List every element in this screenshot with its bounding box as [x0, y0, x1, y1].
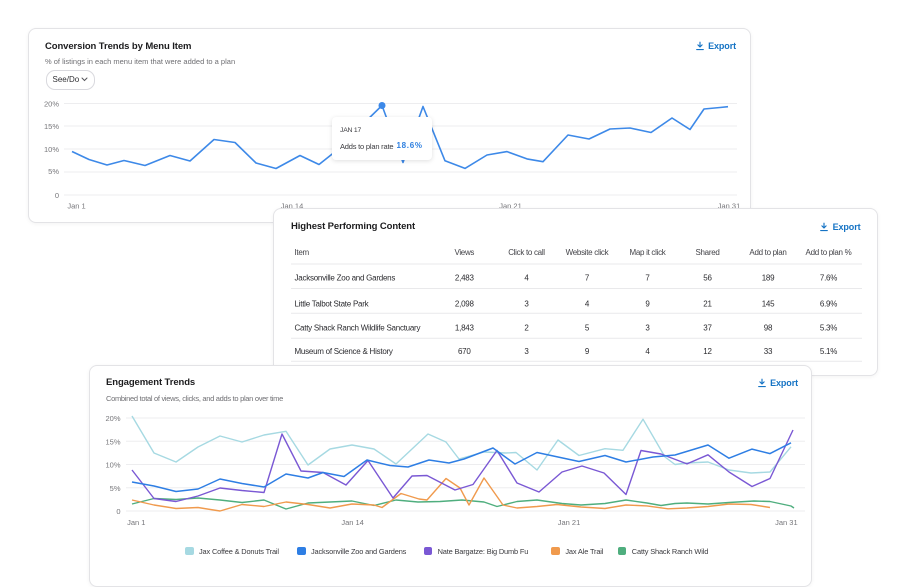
svg-text:5.3%: 5.3%: [820, 324, 837, 333]
svg-text:Jan 14: Jan 14: [341, 518, 364, 527]
svg-text:2: 2: [524, 324, 529, 333]
svg-text:Jan 31: Jan 31: [775, 518, 798, 527]
svg-text:6.9%: 6.9%: [820, 300, 837, 309]
svg-text:7.6%: 7.6%: [820, 274, 837, 283]
svg-text:Jan 1: Jan 1: [67, 202, 85, 211]
svg-text:15%: 15%: [105, 437, 120, 446]
svg-text:10%: 10%: [105, 461, 120, 470]
svg-text:0: 0: [116, 507, 120, 516]
svg-text:Website click: Website click: [566, 248, 610, 257]
svg-text:670: 670: [458, 347, 471, 356]
svg-text:2,098: 2,098: [455, 300, 475, 309]
svg-text:Little Talbot State Park: Little Talbot State Park: [295, 300, 370, 309]
svg-text:37: 37: [703, 324, 712, 333]
svg-text:9: 9: [585, 347, 590, 356]
svg-text:21: 21: [703, 300, 712, 309]
svg-text:Jacksonville Zoo and Gardens: Jacksonville Zoo and Gardens: [295, 274, 396, 283]
svg-text:5%: 5%: [48, 167, 59, 176]
svg-text:1,843: 1,843: [455, 324, 475, 333]
svg-text:5: 5: [585, 324, 590, 333]
svg-text:0: 0: [55, 191, 59, 200]
svg-text:4: 4: [524, 274, 529, 283]
svg-text:4: 4: [585, 300, 590, 309]
svg-text:Catty Shack Ranch Wildlife San: Catty Shack Ranch Wildlife Sanctuary: [295, 324, 421, 333]
svg-text:Click to call: Click to call: [508, 248, 545, 257]
svg-text:4: 4: [645, 347, 650, 356]
svg-text:Item: Item: [295, 248, 310, 257]
svg-text:Museum of Science & History: Museum of Science & History: [295, 347, 393, 356]
svg-text:3: 3: [524, 347, 529, 356]
svg-text:98: 98: [764, 324, 773, 333]
svg-text:3: 3: [524, 300, 529, 309]
svg-text:56: 56: [703, 274, 712, 283]
svg-text:10%: 10%: [44, 145, 59, 154]
svg-text:Add to plan %: Add to plan %: [806, 248, 852, 257]
svg-text:9: 9: [645, 300, 650, 309]
svg-text:7: 7: [585, 274, 590, 283]
svg-text:20%: 20%: [105, 414, 120, 423]
svg-text:Map it click: Map it click: [630, 248, 667, 257]
svg-text:3: 3: [645, 324, 650, 333]
svg-text:189: 189: [762, 274, 775, 283]
svg-text:33: 33: [764, 347, 773, 356]
svg-text:5.1%: 5.1%: [820, 347, 837, 356]
svg-text:Views: Views: [454, 248, 474, 257]
svg-text:Shared: Shared: [696, 248, 720, 257]
svg-text:15%: 15%: [44, 122, 59, 131]
svg-text:5%: 5%: [110, 484, 121, 493]
svg-text:20%: 20%: [44, 100, 59, 109]
svg-text:2,483: 2,483: [455, 274, 475, 283]
svg-text:7: 7: [645, 274, 650, 283]
svg-text:145: 145: [762, 300, 775, 309]
svg-text:Add to plan: Add to plan: [749, 248, 786, 257]
svg-text:Jan 21: Jan 21: [558, 518, 581, 527]
svg-text:Jan 1: Jan 1: [127, 518, 145, 527]
svg-text:12: 12: [703, 347, 712, 356]
